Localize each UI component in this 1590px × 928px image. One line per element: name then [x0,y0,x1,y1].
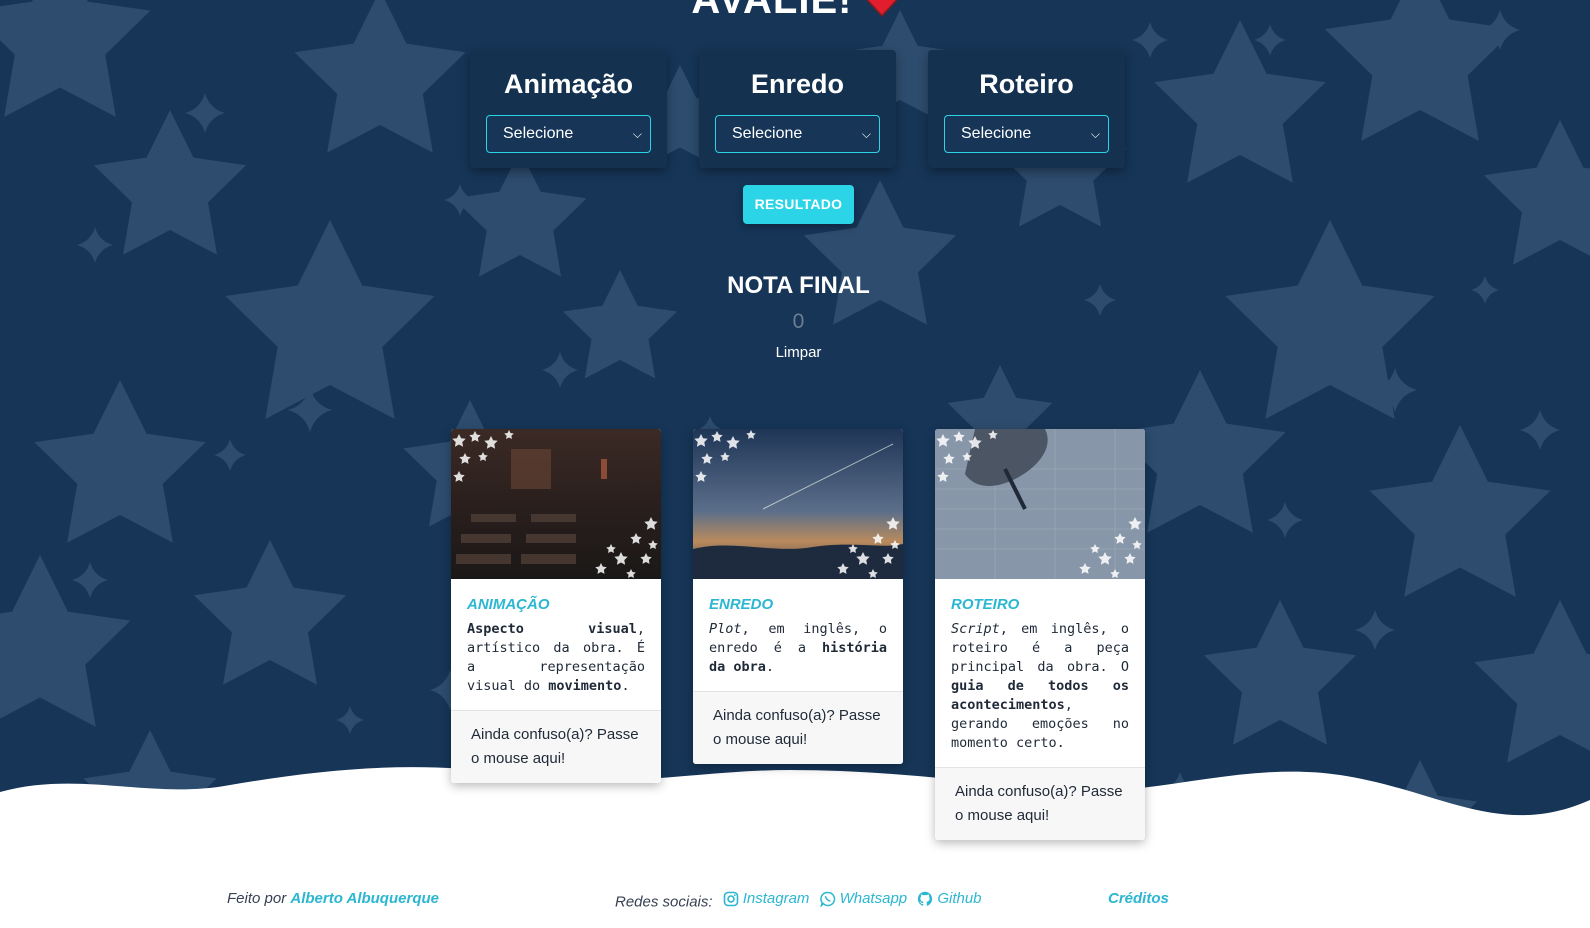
heart-icon [866,0,898,18]
github-link[interactable]: Github [917,890,982,907]
page-title-text: AVALIE! [691,0,853,22]
chevron-down-icon: ⌵ [861,127,871,141]
final-score-value: 0 [792,310,805,333]
card-image-writing [935,429,1145,579]
card-description: Plot, em inglês, o enredo é a história d… [709,620,887,677]
card-text-strong: Aspecto visual [467,621,637,637]
enredo-select-value: Selecione [732,125,803,142]
card-image-classroom [451,429,661,579]
card-text-italic: Script [951,621,1000,637]
final-score-title: NOTA FINAL [727,272,870,299]
credits-link[interactable]: Créditos [1108,890,1169,907]
instagram-label: Instagram [742,890,810,907]
page-footer: Feito por Alberto Albuquerque Redes soci… [0,890,1590,914]
author-link[interactable]: Alberto Albuquerque [290,890,439,907]
social-prefix: Redes sociais: [615,893,713,911]
card-text-italic: Plot [709,621,742,637]
card-text-part: . [621,678,630,694]
whatsapp-link[interactable]: Whatsapp [819,890,908,907]
instagram-link[interactable]: Instagram [723,890,810,907]
card-hover-hint[interactable]: Ainda confuso(a)? Passe o mouse aqui! [451,710,661,783]
animacao-rating-box: Animação Selecione ⌵ [470,50,667,168]
card-enredo: ENREDO Plot, em inglês, o enredo é a his… [693,429,903,764]
github-label: Github [937,890,982,907]
card-hover-hint[interactable]: Ainda confuso(a)? Passe o mouse aqui! [935,767,1145,840]
whatsapp-icon [819,891,835,907]
footer-author: Feito por Alberto Albuquerque [227,890,439,907]
github-icon [918,891,933,906]
enredo-rating-box: Enredo Selecione ⌵ [699,50,896,168]
chevron-down-icon: ⌵ [632,127,642,141]
card-animacao: ANIMAÇÃO Aspecto visual, artístico da ob… [451,429,661,783]
card-roteiro: ROTEIRO Script, em inglês, o roteiro é a… [935,429,1145,840]
animacao-label: Animação [503,69,634,99]
roteiro-select-value: Selecione [961,125,1032,142]
card-title: ANIMAÇÃO [467,596,550,613]
animacao-select[interactable]: Selecione ⌵ [486,115,651,153]
roteiro-label: Roteiro [979,69,1074,99]
card-hover-hint[interactable]: Ainda confuso(a)? Passe o mouse aqui! [693,691,903,764]
instagram-icon [723,891,739,906]
clear-button[interactable]: Limpar [0,344,1590,361]
card-text-strong: guia de todos os acontecimentos [951,678,1129,713]
enredo-label: Enredo [750,69,844,99]
footer-social: Redes sociais: Instagram Whatsapp Github [615,890,982,911]
roteiro-rating-box: Roteiro Selecione ⌵ [928,50,1125,168]
made-by-prefix: Feito por [227,890,287,907]
card-title: ROTEIRO [951,596,1020,613]
roteiro-select[interactable]: Selecione ⌵ [944,115,1109,153]
page-title: AVALIE! [0,0,1590,23]
enredo-select[interactable]: Selecione ⌵ [715,115,880,153]
card-description: Script, em inglês, o roteiro é a peça pr… [951,620,1129,753]
clear-label: Limpar [775,344,822,361]
whatsapp-label: Whatsapp [839,890,908,907]
card-title: ENREDO [709,596,774,613]
chevron-down-icon: ⌵ [1090,127,1100,141]
card-text-part: . [765,659,775,675]
footer-credits: Créditos [1108,890,1169,907]
card-description: Aspecto visual, artístico da obra. É a r… [467,620,645,696]
animacao-select-value: Selecione [503,125,574,142]
card-image-sky [693,429,903,579]
card-text-strong: movimento [548,678,622,694]
result-button[interactable]: RESULTADO [743,185,854,224]
